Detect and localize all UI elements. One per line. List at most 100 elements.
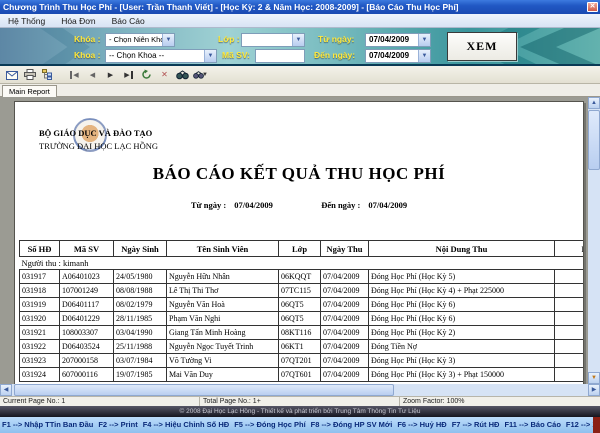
table-cell: 06KQQT <box>279 270 321 284</box>
scroll-down-icon[interactable]: ▼ <box>588 372 600 384</box>
table-cell: 07/04/2009 <box>321 354 369 368</box>
decorative-chevron <box>520 28 600 66</box>
status-bar: Current Page No.: 1 Total Page No.: 1+ Z… <box>0 396 600 406</box>
prev-page-icon[interactable]: ◀ <box>85 68 100 82</box>
column-header: Nội Dung Thu <box>369 241 555 257</box>
table-cell: 107001249 <box>60 284 114 298</box>
table-cell: Nguyễn Ngọc Tuyết Trinh <box>167 340 279 354</box>
scroll-up-icon[interactable]: ▲ <box>588 97 600 109</box>
stop-icon[interactable]: ✕ <box>157 68 172 82</box>
menu-bar: Hệ ThốngHóa ĐơnBáo Cáo <box>0 14 600 28</box>
search-icon[interactable] <box>175 68 190 82</box>
table-cell: 06QT5 <box>279 298 321 312</box>
chevron-down-icon[interactable]: ▼ <box>202 72 208 78</box>
menu-item[interactable]: Báo Cáo <box>104 14 153 27</box>
report-page: BỘ GIÁO DỤC VÀ ĐÀO TẠO TRƯỜNG ĐẠI HỌC LẠ… <box>14 101 584 396</box>
tu-ngay-label: Từ ngày: <box>318 34 354 44</box>
table-cell: 07/04/2009 <box>321 326 369 340</box>
table-cell: 108003307 <box>60 326 114 340</box>
table-header-row: Số HĐMã SVNgày SinhTên Sinh ViênLớpNgày … <box>20 241 585 257</box>
table-cell: 031917 <box>20 270 60 284</box>
table-cell: Võ Tường Vi <box>167 354 279 368</box>
to-date-value: 07/04/2009 <box>368 200 407 210</box>
khoa-select[interactable]: -- Chọn Khoa -- ▼ <box>105 49 217 63</box>
table-cell: 07QT201 <box>279 354 321 368</box>
table-cell: D06403524 <box>60 340 114 354</box>
chevron-down-icon[interactable]: ▼ <box>292 34 304 46</box>
table-cell: D06401117 <box>60 298 114 312</box>
next-page-icon[interactable]: ▶ <box>103 68 118 82</box>
table-cell: 07/04/2009 <box>321 270 369 284</box>
table-row: 031922D0640352425/11/1988Nguyễn Ngọc Tuy… <box>20 340 585 354</box>
table-cell: 07/04/2009 <box>321 312 369 326</box>
table-cell: 08KT116 <box>279 326 321 340</box>
table-cell: 3,000,000 <box>555 326 585 340</box>
window-titlebar: Chương Trình Thu Học Phí - [User: Trần T… <box>0 0 600 14</box>
scroll-right-icon[interactable]: ▶ <box>588 384 600 396</box>
fkey-shortcut: F4 --> Hiệu Chỉnh Số HĐ <box>143 420 229 429</box>
ma-sv-input[interactable] <box>255 49 305 63</box>
chevron-down-icon[interactable]: ▼ <box>204 50 216 62</box>
table-cell: Lê Thị Thi Thơ <box>167 284 279 298</box>
table-cell: 3,000,000 <box>555 354 585 368</box>
column-header: Học Phí+Phạt <box>555 241 585 257</box>
table-row: 031917A0640102324/05/1980Nguyễn Hữu Nhân… <box>20 270 585 284</box>
horizontal-scroll-thumb[interactable] <box>14 384 394 396</box>
tab-main-report[interactable]: Main Report <box>2 85 57 97</box>
menu-item[interactable]: Hóa Đơn <box>53 14 103 27</box>
fkey-shortcut: F2 --> Print <box>98 420 137 429</box>
table-cell: Đóng Học Phí (Học Kỳ 3) + Phạt 150000 <box>369 368 555 382</box>
print-icon[interactable] <box>22 68 37 82</box>
lop-select[interactable]: ▼ <box>241 33 305 47</box>
table-cell: 607000116 <box>60 368 114 382</box>
university-name: TRƯỜNG ĐẠI HỌC LẠC HỒNG <box>39 141 158 151</box>
table-cell: 28/11/1985 <box>114 312 167 326</box>
table-cell: Mai Văn Duy <box>167 368 279 382</box>
report-table: Số HĐMã SVNgày SinhTên Sinh ViênLớpNgày … <box>19 240 584 382</box>
refresh-icon[interactable] <box>139 68 154 82</box>
report-title: BÁO CÁO KẾT QUẢ THU HỌC PHÍ <box>15 164 583 184</box>
table-row: 03191810700124908/08/1988Lê Thị Thi Thơ0… <box>20 284 585 298</box>
scroll-left-icon[interactable]: ◀ <box>0 384 12 396</box>
vertical-scroll-thumb[interactable] <box>588 110 600 170</box>
table-cell: 200,000 <box>555 340 585 354</box>
table-cell: Giang Tấn Minh Hoàng <box>167 326 279 340</box>
table-cell: Nguyễn Văn Hoà <box>167 298 279 312</box>
zoom-icon[interactable]: ▼ <box>193 68 208 82</box>
window-title: Chương Trình Thu Học Phí - [User: Trần T… <box>3 2 459 12</box>
close-button[interactable]: ✕ <box>587 2 598 12</box>
fkey-items: F1 --> Nhập TTin Ban Đầu F2 --> Print F4 -… <box>2 420 600 429</box>
vertical-scrollbar[interactable]: ▲ ▼ <box>588 97 600 384</box>
report-date-range: Từ ngày :07/04/2009 Đến ngày :07/04/2009 <box>15 200 583 210</box>
first-page-icon[interactable]: ◀ <box>67 68 82 82</box>
table-cell: 031923 <box>20 354 60 368</box>
column-header: Tên Sinh Viên <box>167 241 279 257</box>
menu-item[interactable]: Hệ Thống <box>0 14 53 27</box>
column-header: Ngày Thu <box>321 241 369 257</box>
table-cell: 3,150,000 <box>555 368 585 382</box>
view-button[interactable]: XEM <box>447 32 517 61</box>
copyright-bar: © 2008 Đại Học Lạc Hồng - Thiết kế và ph… <box>0 406 600 417</box>
den-ngay-datepicker[interactable]: 07/04/2009 ▼ <box>365 49 431 63</box>
group-tree-icon[interactable] <box>40 68 55 82</box>
export-icon[interactable] <box>4 68 19 82</box>
function-key-bar: F1 --> Nhập TTin Ban Đầu F2 --> Print F4 -… <box>0 417 600 433</box>
chevron-down-icon[interactable]: ▼ <box>418 50 430 62</box>
fkey-shortcut: F1 --> Nhập TTin Ban Đầu <box>2 420 93 429</box>
table-cell: Đóng Học Phí (Học Kỳ 3) <box>369 354 555 368</box>
filter-toolbar: Khóa : - Chọn Niên Khóa ▼ Lớp : ▼ Từ ngà… <box>0 28 600 66</box>
chevron-down-icon[interactable]: ▼ <box>418 34 430 46</box>
fkey-shortcut: F6 --> Huỷ HĐ <box>397 420 446 429</box>
tu-ngay-datepicker[interactable]: 07/04/2009 ▼ <box>365 33 431 47</box>
last-page-icon[interactable]: ▶ <box>121 68 136 82</box>
table-cell: 3,000,000 <box>555 270 585 284</box>
ministry-name: BỘ GIÁO DỤC VÀ ĐÀO TẠO <box>39 128 152 138</box>
table-cell: Đóng Tiền Nợ <box>369 340 555 354</box>
report-viewport: BỘ GIÁO DỤC VÀ ĐÀO TẠO TRƯỜNG ĐẠI HỌC LẠ… <box>0 97 600 396</box>
chevron-down-icon[interactable]: ▼ <box>162 34 174 46</box>
horizontal-scrollbar[interactable]: ◀ ▶ <box>0 384 600 396</box>
from-date-label: Từ ngày : <box>191 200 226 210</box>
report-tab-bar: Main Report <box>0 84 600 97</box>
table-row: 031919D0640111708/02/1979Nguyễn Văn Hoà0… <box>20 298 585 312</box>
nien-khoa-select[interactable]: - Chọn Niên Khóa ▼ <box>105 33 175 47</box>
